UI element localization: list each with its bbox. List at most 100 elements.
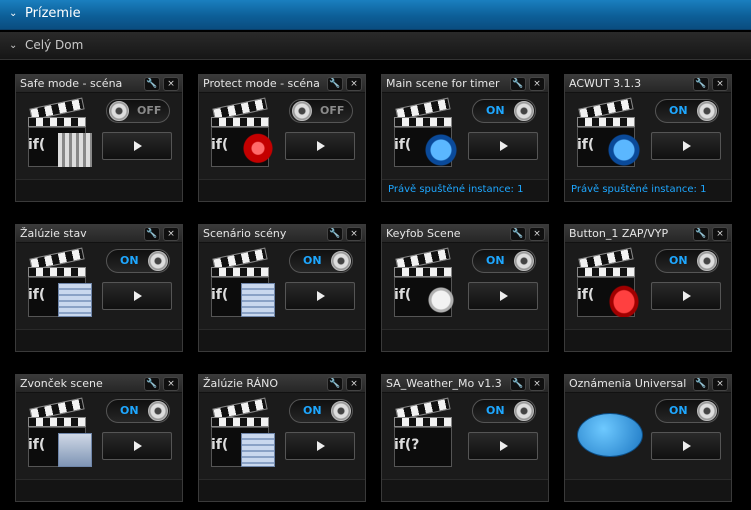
play-icon [500, 441, 508, 451]
toggle-knob [109, 101, 129, 121]
close-icon[interactable]: × [712, 77, 728, 91]
card-footer [565, 479, 731, 501]
wrench-icon[interactable]: 🔧 [510, 227, 526, 241]
card-footer: Právě spuštěné instance: 1 [565, 179, 731, 201]
run-scene-button[interactable] [468, 432, 538, 460]
scene-name: Main scene for timer [386, 77, 500, 90]
wrench-icon[interactable]: 🔧 [693, 377, 709, 391]
if-glyph: if(? [394, 437, 420, 453]
run-scene-button[interactable] [102, 132, 172, 160]
wrench-icon[interactable]: 🔧 [327, 377, 343, 391]
card-header: Protect mode - scéna 🔧 × [199, 75, 365, 93]
close-icon[interactable]: × [163, 227, 179, 241]
toggle-knob [514, 251, 534, 271]
scene-toggle[interactable]: ON [106, 249, 170, 273]
clapperboard-with-siren-icon: if( [207, 97, 287, 175]
wrench-icon[interactable]: 🔧 [327, 227, 343, 241]
play-icon [500, 141, 508, 151]
toggle-knob [148, 251, 168, 271]
play-icon [134, 441, 142, 451]
run-scene-button[interactable] [285, 432, 355, 460]
scene-card: Protect mode - scéna 🔧 × if( OFF [198, 74, 366, 202]
wrench-icon[interactable]: 🔧 [144, 377, 160, 391]
scene-toggle[interactable]: ON [289, 249, 353, 273]
if-glyph: if( [211, 437, 229, 453]
close-icon[interactable]: × [346, 77, 362, 91]
play-icon [317, 441, 325, 451]
scene-name: Safe mode - scéna [20, 77, 123, 90]
scene-toggle[interactable]: ON [106, 399, 170, 423]
scene-card: Žalúzie RÁNO 🔧 × if( ON [198, 374, 366, 502]
run-scene-button[interactable] [468, 132, 538, 160]
run-scene-button[interactable] [651, 282, 721, 310]
scene-name: Protect mode - scéna [203, 77, 320, 90]
toggle-label: ON [669, 104, 688, 117]
run-scene-button[interactable] [102, 282, 172, 310]
section-header[interactable]: ⌄ Prízemie [0, 0, 751, 30]
card-header: Button_1 ZAP/VYP 🔧 × [565, 225, 731, 243]
wrench-icon[interactable]: 🔧 [144, 227, 160, 241]
scene-toggle[interactable]: OFF [289, 99, 353, 123]
clapperboard-with-bars-icon: if( [24, 97, 104, 175]
scene-card: Zvonček scene 🔧 × if( ON [15, 374, 183, 502]
toggle-knob [697, 101, 717, 121]
card-header: Scenário scény 🔧 × [199, 225, 365, 243]
close-icon[interactable]: × [529, 77, 545, 91]
wrench-icon[interactable]: 🔧 [693, 77, 709, 91]
card-footer [16, 329, 182, 351]
play-icon [683, 141, 691, 151]
if-glyph: if( [394, 287, 412, 303]
card-footer [16, 179, 182, 201]
play-icon [134, 141, 142, 151]
close-icon[interactable]: × [163, 377, 179, 391]
scene-toggle[interactable]: ON [655, 399, 719, 423]
close-icon[interactable]: × [529, 377, 545, 391]
wrench-icon[interactable]: 🔧 [510, 377, 526, 391]
card-footer [16, 479, 182, 501]
clapperboard-with-blinds-icon: if( [24, 247, 104, 325]
close-icon[interactable]: × [346, 227, 362, 241]
close-icon[interactable]: × [529, 227, 545, 241]
scene-toggle[interactable]: ON [289, 399, 353, 423]
close-icon[interactable]: × [163, 77, 179, 91]
wrench-icon[interactable]: 🔧 [144, 77, 160, 91]
group-header[interactable]: ⌄ Celý Dom [0, 32, 751, 60]
close-icon[interactable]: × [346, 377, 362, 391]
scene-overlay-icon [58, 433, 92, 467]
scene-toggle[interactable]: ON [472, 249, 536, 273]
scene-overlay-icon [241, 133, 275, 167]
toggle-label: ON [120, 404, 139, 417]
scene-card: Main scene for timer 🔧 × if( ON Právě sp… [381, 74, 549, 202]
run-scene-button[interactable] [102, 432, 172, 460]
run-scene-button[interactable] [651, 432, 721, 460]
card-header: Zvonček scene 🔧 × [16, 375, 182, 393]
chevron-down-icon: ⌄ [9, 40, 18, 51]
group-title: Celý Dom [25, 38, 84, 52]
scene-name: Žalúzie stav [20, 227, 87, 240]
scene-toggle[interactable]: OFF [106, 99, 170, 123]
scene-toggle[interactable]: ON [472, 99, 536, 123]
scene-overlay-icon [424, 433, 458, 467]
scene-name: SA_Weather_Mo v1.3 [386, 377, 502, 390]
clapperboard-icon: if(? [390, 397, 470, 475]
card-footer [565, 329, 731, 351]
wrench-icon[interactable]: 🔧 [693, 227, 709, 241]
scene-toggle[interactable]: ON [655, 249, 719, 273]
scene-card: SA_Weather_Mo v1.3 🔧 × if(? ON [381, 374, 549, 502]
toggle-label: OFF [137, 104, 162, 117]
card-header: Oznámenia Universal 🔧 × [565, 375, 731, 393]
play-icon [683, 441, 691, 451]
close-icon[interactable]: × [712, 377, 728, 391]
scene-card: ACWUT 3.1.3 🔧 × if( ON Právě spuštěné in… [564, 74, 732, 202]
if-glyph: if( [28, 137, 46, 153]
wrench-icon[interactable]: 🔧 [510, 77, 526, 91]
run-scene-button[interactable] [468, 282, 538, 310]
scene-toggle[interactable]: ON [472, 399, 536, 423]
scene-toggle[interactable]: ON [655, 99, 719, 123]
run-scene-button[interactable] [285, 132, 355, 160]
wrench-icon[interactable]: 🔧 [327, 77, 343, 91]
run-scene-button[interactable] [651, 132, 721, 160]
run-scene-button[interactable] [285, 282, 355, 310]
toggle-label: ON [486, 404, 505, 417]
close-icon[interactable]: × [712, 227, 728, 241]
